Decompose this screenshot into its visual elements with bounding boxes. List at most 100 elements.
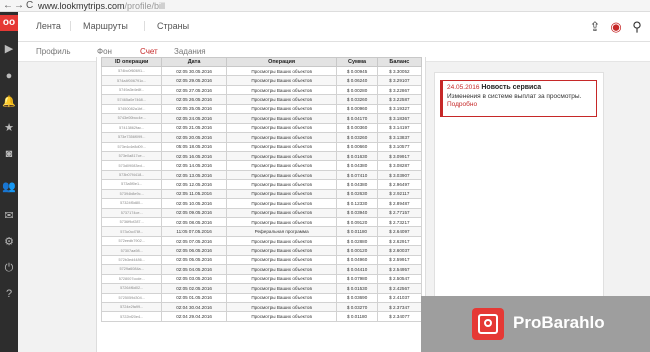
col-operation-cell: Просмотры Ваших объектов <box>225 254 338 266</box>
play-icon[interactable]: ▶ <box>2 42 16 56</box>
avatar[interactable]: ● <box>2 69 16 83</box>
news-more-link[interactable]: Подробно <box>447 101 592 108</box>
table-row: 57450082a1bf... 02:05 25.05.2016 Просмотры… <box>100 103 423 115</box>
col-date-cell: 02:04 29.04.2016 <box>161 311 227 322</box>
col-date-cell: 02:05 01.05.2016 <box>161 292 227 303</box>
col-balance-cell: $ 2.73217 <box>376 216 423 228</box>
col-date-cell: 02:05 24.05.2016 <box>161 113 227 124</box>
col-operation-cell: Просмотры Ваших объектов <box>225 169 338 181</box>
col-balance-cell: $ 2.60037 <box>376 245 423 256</box>
col-date-cell: 02:05 16.05.2016 <box>161 150 227 162</box>
col-balance-cell: $ 3.13837 <box>376 132 423 143</box>
news-date: 24.05.2016 <box>447 84 480 91</box>
tab-bill[interactable]: Счет <box>140 47 158 56</box>
table-row: 573a5f0e1... 02:05 12.05.2016 Просмотры Ва… <box>100 179 423 190</box>
table-row: 5728007ccde... 02:05 03.05.2016 Просмотры … <box>100 273 423 285</box>
col-date-cell: 02:05 11.05.2016 <box>161 188 227 200</box>
col-amount-cell: $ 0.04170 <box>336 113 378 124</box>
col-amount-cell: $ 0.07980 <box>336 273 378 285</box>
col-operation-cell: Просмотры Ваших объектов <box>225 141 338 152</box>
col-balance-cell: $ 2.77157 <box>376 207 423 219</box>
col-id-cell: 572b3ed4486... <box>100 254 163 266</box>
bell-icon[interactable]: 🔔 <box>2 95 16 109</box>
search-icon[interactable]: ⚲ <box>628 18 646 36</box>
table-row: 5725059d304... 02:05 01.05.2016 Просмотры … <box>100 292 423 303</box>
col-operation-header: Операция <box>225 57 338 67</box>
col-amount-cell: $ 0.09120 <box>336 216 378 228</box>
col-operation-cell: Просмотры Ваших объектов <box>225 160 338 171</box>
col-amount-cell: $ 0.03690 <box>336 292 378 303</box>
col-amount-cell: $ 0.01180 <box>336 226 378 237</box>
table-row: 5737174ce... 02:05 09.05.2016 Просмотры Ва… <box>100 207 423 219</box>
table-row: 57307aa98... 02:05 06.05.2016 Просмотры Ва… <box>100 245 423 256</box>
col-operation-cell: Просмотры Ваших объектов <box>225 122 338 134</box>
tab-countries[interactable]: Страны <box>144 21 189 31</box>
col-date-cell: 02:05 06.05.2016 <box>161 245 227 256</box>
col-id-cell: 5722bf20e4... <box>100 311 163 322</box>
col-balance-cell: $ 2.50547 <box>376 273 423 285</box>
help-icon[interactable]: ? <box>2 287 16 301</box>
col-id-cell: 572eedb7902... <box>100 235 163 247</box>
globe-icon[interactable]: ◉ <box>607 18 625 36</box>
col-balance-cell: $ 3.18367 <box>376 113 423 124</box>
table-body: 574bc0f60691... 02:05 30.05.2016 Просмотры… <box>100 65 423 322</box>
col-id-cell: 57413862fac... <box>100 122 163 134</box>
mail-icon[interactable]: ✉ <box>2 209 16 223</box>
table-row: 572eedb7902... 02:05 07.05.2016 Просмотры … <box>100 235 423 247</box>
col-balance-cell: $ 3.19327 <box>376 103 423 115</box>
col-amount-cell: $ 0.06240 <box>336 75 378 86</box>
col-amount-cell: $ 0.00120 <box>336 245 378 256</box>
table-row: 57413862fac... 02:05 21.05.2016 Просмотры … <box>100 122 423 134</box>
camera-icon[interactable]: ◙ <box>2 147 16 161</box>
col-date-cell: 02:05 08.05.2016 <box>161 216 227 228</box>
col-operation-cell: Просмотры Ваших объектов <box>225 179 338 190</box>
col-date-cell: 02:05 07.05.2016 <box>161 235 227 247</box>
gear-icon[interactable]: ⚙ <box>2 235 16 249</box>
address-bar[interactable]: www.lookmytrips.com/profile/bill <box>38 0 165 12</box>
col-balance-cell: $ 2.42567 <box>376 283 423 294</box>
col-operation-cell: Просмотры Ваших объектов <box>225 311 338 322</box>
power-icon[interactable]: ⏻ <box>2 261 16 275</box>
col-amount-cell: $ 0.02880 <box>336 235 378 247</box>
col-operation-cell: Реферальная программа <box>225 226 338 237</box>
col-balance-cell: $ 2.59917 <box>376 254 423 266</box>
col-amount-cell: $ 0.07410 <box>336 169 378 181</box>
forward-button[interactable]: → <box>14 0 24 12</box>
col-operation-cell: Просмотры Ваших объектов <box>225 283 338 294</box>
col-balance-cell: $ 2.89487 <box>376 198 423 209</box>
col-amount-cell: $ 0.02630 <box>336 188 378 200</box>
browser-bar: ← → C www.lookmytrips.com/profile/bill <box>0 0 650 12</box>
tab-background[interactable]: Фон <box>97 47 112 56</box>
upload-icon[interactable]: ⇪ <box>586 18 604 36</box>
col-id-cell: 573d09083ed... <box>100 160 163 171</box>
table-row: 572b3ed4486... 02:05 05.05.2016 Просмотры … <box>100 254 423 266</box>
col-balance-header: Баланс <box>376 57 423 67</box>
col-id-cell: 57465a0e7468... <box>100 94 163 105</box>
table-row: 57465a0e7468... 02:05 26.05.2016 Просмотры… <box>100 94 423 105</box>
col-balance-cell: $ 2.54957 <box>376 264 423 275</box>
star-icon[interactable]: ★ <box>2 121 16 135</box>
col-amount-cell: $ 0.04410 <box>336 264 378 275</box>
tab-tasks[interactable]: Задания <box>174 47 206 56</box>
col-id-cell: 5728007ccde... <box>100 273 163 285</box>
col-date-cell: 02:05 05.05.2016 <box>161 254 227 266</box>
tab-routes[interactable]: Маршруты <box>70 21 128 31</box>
table-row: 5724e2fa99... 02:04 30.04.2016 Просмотры В… <box>100 301 423 313</box>
col-amount-cell: $ 0.00280 <box>336 84 378 96</box>
tab-profile[interactable]: Профиль <box>36 47 71 56</box>
col-balance-cell: $ 2.92117 <box>376 188 423 200</box>
col-id-cell: 574bc0f60691... <box>100 65 163 77</box>
col-id-cell: 5749a3e4e8f... <box>100 84 163 96</box>
col-amount-cell: $ 0.04380 <box>336 179 378 190</box>
promo-name: ProBarahlo <box>513 313 605 332</box>
users-icon[interactable]: 👥 <box>2 180 16 194</box>
reload-button[interactable]: C <box>26 0 33 12</box>
col-id-cell: 573e0a817ce... <box>100 150 163 162</box>
bill-content: ID операции Дата Операция Сумма Баланс 574bc… <box>96 57 426 352</box>
table-row: 573d09083ed... 02:05 14.05.2016 Просмотры … <box>100 160 423 171</box>
col-amount-cell: $ 0.01180 <box>336 311 378 322</box>
back-button[interactable]: ← <box>3 0 13 12</box>
tab-feed[interactable]: Лента <box>36 21 61 31</box>
site-logo[interactable]: oo <box>0 15 18 31</box>
col-operation-cell: Просмотры Ваших объектов <box>225 65 338 77</box>
